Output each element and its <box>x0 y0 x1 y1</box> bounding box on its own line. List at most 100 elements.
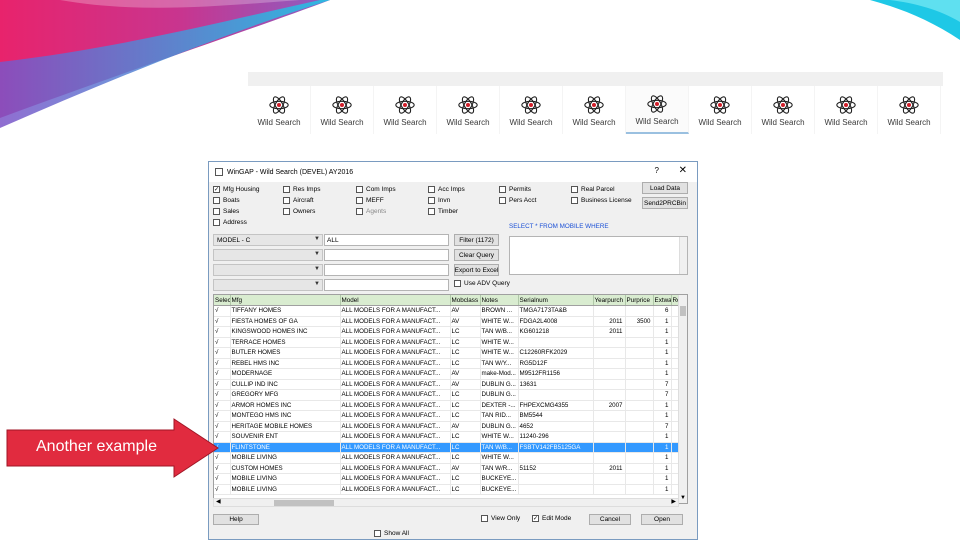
checkbox-box[interactable]: ✓ <box>213 186 220 193</box>
checkbox-box[interactable] <box>499 186 506 193</box>
grid-column-header[interactable]: Serialnum <box>518 295 594 306</box>
table-row[interactable]: √ CULLIP IND INC ALL MODELS FOR A MANUFACT… <box>214 379 679 390</box>
checkbox-address[interactable]: Address <box>213 219 247 226</box>
grid-column-header[interactable]: Ro <box>671 295 679 306</box>
checkbox-box[interactable] <box>481 515 488 522</box>
checkbox-sales[interactable]: Sales <box>213 208 239 215</box>
checkbox-box[interactable] <box>213 208 220 215</box>
send2prcbin-button[interactable]: Send2PRCBin <box>642 197 688 209</box>
checkbox-box[interactable] <box>213 197 220 204</box>
grid-column-header[interactable]: Yearpurch <box>593 295 626 306</box>
taskbar-thumbnail[interactable]: Wild Search <box>374 86 437 134</box>
checkbox-box[interactable] <box>283 186 290 193</box>
clear-query-button[interactable]: Clear Query <box>454 249 499 261</box>
grid-vertical-scrollbar[interactable]: ▼ <box>678 295 687 503</box>
checkbox-box[interactable] <box>454 280 461 287</box>
grid-column-header[interactable]: Mfg <box>230 295 341 306</box>
table-row[interactable]: √ TERRACE HOMES ALL MODELS FOR A MANUFACT.… <box>214 337 679 348</box>
taskbar-thumbnail[interactable]: Wild Search <box>689 86 752 134</box>
checkbox-view-only[interactable]: View Only <box>481 515 520 522</box>
taskbar-thumbnail[interactable]: Wild Search <box>815 86 878 134</box>
table-row[interactable]: √ ARMOR HOMES INC ALL MODELS FOR A MANUFAC… <box>214 400 679 411</box>
checkbox-box[interactable] <box>356 186 363 193</box>
table-row[interactable]: √ MODERNAGE ALL MODELS FOR A MANUFACT... AV… <box>214 368 679 380</box>
query-field-select-1[interactable]: MODEL - C ▼ <box>213 234 323 246</box>
query-value-input-2[interactable] <box>324 249 449 261</box>
query-value-input-1[interactable]: ALL <box>324 234 449 246</box>
table-row[interactable]: √ SOUVENIR ENT ALL MODELS FOR A MANUFACT..… <box>214 431 679 443</box>
checkbox-boats[interactable]: Boats <box>213 197 240 204</box>
cancel-button[interactable]: Cancel <box>589 514 631 525</box>
checkbox-use-adv-query[interactable]: Use ADV Query <box>454 280 510 287</box>
checkbox-business-license[interactable]: Business License <box>571 197 632 204</box>
grid-column-header[interactable]: Mobclass <box>450 295 481 306</box>
checkbox-real-parcel[interactable]: Real Parcel <box>571 186 615 193</box>
table-row[interactable]: √ TIFFANY HOMES ALL MODELS FOR A MANUFACT.… <box>214 305 679 317</box>
query-field-select-3[interactable]: ▼ <box>213 264 323 276</box>
query-value-input-3[interactable] <box>324 264 449 276</box>
checkbox-permits[interactable]: Permits <box>499 186 531 193</box>
taskbar-thumbnail[interactable]: Wild Search <box>437 86 500 134</box>
table-row[interactable]: √ FIESTA HOMES OF GA ALL MODELS FOR A MANU… <box>214 316 679 327</box>
checkbox-box[interactable] <box>283 208 290 215</box>
table-row[interactable]: √ BUTLER HOMES ALL MODELS FOR A MANUFACT..… <box>214 347 679 359</box>
taskbar-thumbnail[interactable]: Wild Search <box>626 86 689 134</box>
checkbox-meff[interactable]: MEFF <box>356 197 384 204</box>
table-row[interactable]: √ KINGSWOOD HOMES INC ALL MODELS FOR A MAN… <box>214 326 679 338</box>
scrollbar-thumb[interactable] <box>274 500 334 506</box>
table-row[interactable]: √ HERITAGE MOBILE HOMES ALL MODELS FOR A M… <box>214 421 679 432</box>
checkbox-timber[interactable]: Timber <box>428 208 458 215</box>
checkbox-aircraft[interactable]: Aircraft <box>283 197 314 204</box>
query-field-select-4[interactable]: ▼ <box>213 279 323 291</box>
checkbox-box[interactable]: ✓ <box>532 515 539 522</box>
taskbar-thumbnail[interactable]: Wild Search <box>248 86 311 134</box>
export-to-excel-button[interactable]: Export to Excel <box>454 264 499 276</box>
grid-column-header[interactable]: Model <box>340 295 451 306</box>
taskbar-thumbnail[interactable]: Wild Search <box>563 86 626 134</box>
checkbox-invn[interactable]: Invn <box>428 197 450 204</box>
open-button[interactable]: Open <box>641 514 683 525</box>
checkbox-edit-mode[interactable]: ✓ Edit Mode <box>532 515 571 522</box>
table-row[interactable]: √FLINTSTONEALL MODELS FOR A MANUFACT...L… <box>214 442 679 453</box>
table-row[interactable]: √ REBEL HMS INC ALL MODELS FOR A MANUFACT.… <box>214 358 679 369</box>
checkbox-acc-imps[interactable]: Acc Imps <box>428 186 465 193</box>
filter-button[interactable]: Filter (1172) <box>454 234 499 246</box>
sql-scrollbar[interactable] <box>679 237 687 274</box>
chevron-down-icon[interactable]: ▼ <box>680 495 686 501</box>
chevron-left-icon[interactable]: ◀ <box>216 498 221 505</box>
sql-where-textarea[interactable] <box>509 236 688 275</box>
checkbox-box[interactable] <box>283 197 290 204</box>
checkbox-com-imps[interactable]: Com Imps <box>356 186 396 193</box>
table-row[interactable]: √ MOBILE LIVING ALL MODELS FOR A MANUFACT.… <box>214 473 679 485</box>
taskbar-thumbnail[interactable]: Wild Search <box>752 86 815 134</box>
table-row[interactable]: √ CUSTOM HOMES ALL MODELS FOR A MANUFACT..… <box>214 463 679 474</box>
grid-horizontal-scrollbar[interactable]: ◀ ▶ <box>213 498 679 507</box>
checkbox-box[interactable] <box>571 186 578 193</box>
taskbar-thumbnail[interactable]: Wild Search <box>311 86 374 134</box>
checkbox-box[interactable] <box>213 219 220 226</box>
table-row[interactable]: √ GREGORY MFG ALL MODELS FOR A MANUFACT...… <box>214 389 679 401</box>
checkbox-box[interactable] <box>499 197 506 204</box>
query-value-input-4[interactable] <box>324 279 449 291</box>
help-icon[interactable]: ? <box>655 166 659 175</box>
table-row[interactable]: √ MOBILE LIVING ALL MODELS FOR A MANUFACT.… <box>214 452 679 464</box>
taskbar-thumbnail[interactable]: Wild Search <box>500 86 563 134</box>
checkbox-box[interactable] <box>374 530 381 537</box>
checkbox-show-all[interactable]: Show All <box>374 530 409 537</box>
close-icon[interactable]: ✕ <box>679 165 687 176</box>
query-field-select-2[interactable]: ▼ <box>213 249 323 261</box>
checkbox-owners[interactable]: Owners <box>283 208 315 215</box>
grid-column-header[interactable]: Selectw <box>214 295 231 306</box>
grid-column-header[interactable]: Purprice <box>625 295 654 306</box>
checkbox-box[interactable] <box>428 186 435 193</box>
checkbox-box[interactable] <box>571 197 578 204</box>
grid-column-header[interactable]: Notes <box>480 295 519 306</box>
checkbox-res-imps[interactable]: Res Imps <box>283 186 320 193</box>
scrollbar-thumb[interactable] <box>680 306 686 316</box>
taskbar-thumbnail[interactable]: Wild Search <box>878 86 941 134</box>
help-button[interactable]: Help <box>213 514 259 525</box>
chevron-right-icon[interactable]: ▶ <box>671 498 676 505</box>
table-row[interactable]: √ MONTEGO HMS INC ALL MODELS FOR A MANUFAC… <box>214 410 679 422</box>
checkbox-mfg-housing[interactable]: ✓ Mfg Housing <box>213 186 260 193</box>
checkbox-pers-acct[interactable]: Pers Acct <box>499 197 536 204</box>
